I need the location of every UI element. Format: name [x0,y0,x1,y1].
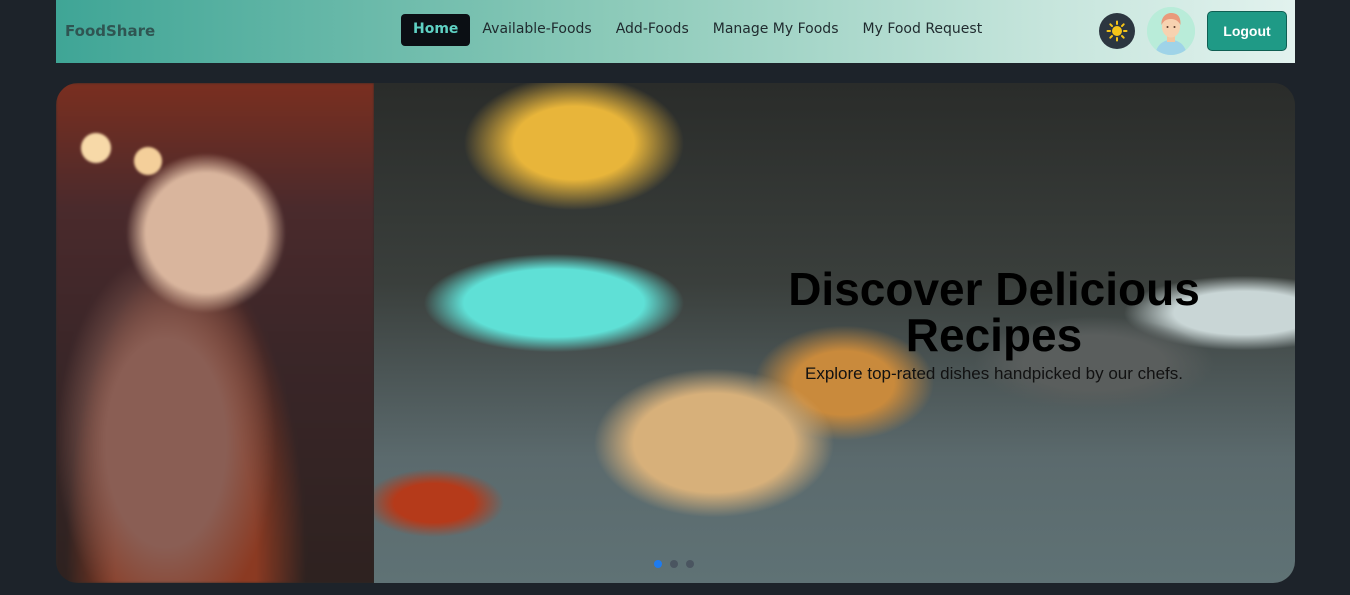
nav-links: Home Available-Foods Add-Foods Manage My… [401,14,994,46]
hero-caption: Discover Delicious Recipes Explore top-r… [756,266,1232,384]
nav-link-available-foods[interactable]: Available-Foods [470,14,603,46]
hero-title: Discover Delicious Recipes [788,263,1200,361]
brand-logo[interactable]: FoodShare [65,22,155,40]
carousel-dot-3[interactable] [686,560,694,568]
user-avatar-icon [1147,7,1195,55]
hero-subtitle: Explore top-rated dishes handpicked by o… [804,364,1183,383]
avatar[interactable] [1147,7,1195,55]
carousel-dot-2[interactable] [670,560,678,568]
hero-slide-previous-image [56,83,374,583]
nav-link-add-foods[interactable]: Add-Foods [604,14,701,46]
carousel-pagination [654,560,694,568]
nav-link-my-food-request[interactable]: My Food Request [851,14,995,46]
navbar: FoodShare Home Available-Foods Add-Foods… [56,0,1295,63]
sun-icon [1106,20,1128,42]
hero-carousel[interactable]: Discover Delicious Recipes Explore top-r… [56,83,1295,583]
logout-button[interactable]: Logout [1207,11,1287,51]
nav-link-home[interactable]: Home [401,14,471,46]
nav-link-manage-my-foods[interactable]: Manage My Foods [701,14,851,46]
theme-toggle-button[interactable] [1099,13,1135,49]
carousel-dot-1[interactable] [654,560,662,568]
